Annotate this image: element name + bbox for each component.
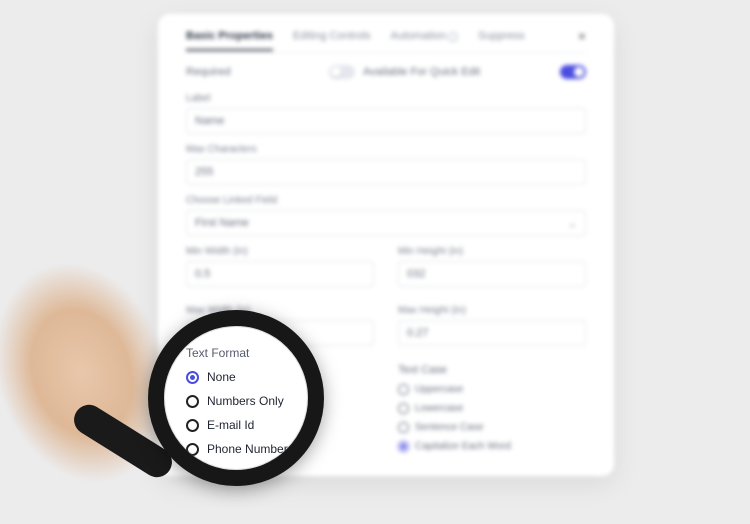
radio-uppercase[interactable]: Uppercase — [398, 384, 586, 395]
tab-basic-properties[interactable]: Basic Properties — [186, 30, 273, 51]
min-height-input[interactable]: 032 — [398, 261, 586, 287]
max-height-label: Max Height (in) — [398, 305, 586, 316]
text-case-title: Text Case — [398, 364, 586, 376]
tab-bar: Basic Properties Editing Controls Automa… — [186, 28, 586, 53]
radio-email-id[interactable]: E-mail Id — [186, 418, 300, 432]
quick-edit-label: Available For Quick Edit — [363, 66, 552, 78]
radio-icon — [186, 395, 199, 408]
linked-field-label: Choose Linked Field — [186, 195, 586, 206]
radio-icon — [186, 443, 199, 456]
tab-automation-label: Automation — [390, 30, 446, 42]
radio-none[interactable]: None — [186, 370, 300, 384]
quick-edit-toggle[interactable] — [560, 65, 586, 79]
max-height-input[interactable]: 0.27 — [398, 320, 586, 346]
radio-phone-label: Phone Number — [207, 442, 288, 456]
text-format-title: Text Format — [186, 346, 300, 360]
radio-icon — [186, 371, 199, 384]
radio-sentence-case[interactable]: Sentence Case — [398, 422, 586, 433]
tab-automation[interactable]: Automationi — [390, 30, 458, 42]
min-width-input[interactable]: 0.5 — [186, 261, 374, 287]
radio-icon — [186, 419, 199, 432]
radio-capitalize-each[interactable]: Capitalize Each Word — [398, 441, 586, 452]
min-height-label: Min Height (in) — [398, 246, 586, 257]
radio-phone-number[interactable]: Phone Number — [186, 442, 300, 456]
radio-lowercase[interactable]: Lowercase — [398, 403, 586, 414]
radio-numbers-only[interactable]: Numbers Only — [186, 394, 300, 408]
linked-field-select[interactable]: First Name — [186, 210, 586, 236]
min-width-label: Min Width (in) — [186, 246, 374, 257]
required-toggle[interactable] — [329, 65, 355, 79]
required-label: Required — [186, 66, 321, 78]
radio-email-label: E-mail Id — [207, 418, 254, 432]
maxchar-label: Max Characters — [186, 144, 586, 155]
info-icon: i — [448, 32, 458, 42]
tab-editing-controls[interactable]: Editing Controls — [293, 30, 371, 42]
radio-numbers-label: Numbers Only — [207, 394, 284, 408]
tab-suppress[interactable]: Suppress — [478, 30, 524, 42]
label-field-label: Label — [186, 93, 586, 104]
linked-field-value: First Name — [195, 217, 249, 229]
magnifier-lens: Text Format None Numbers Only E-mail Id … — [148, 310, 324, 486]
radio-none-label: None — [207, 370, 236, 384]
maxchar-input[interactable]: 255 — [186, 159, 586, 185]
label-input[interactable]: Name — [186, 108, 586, 134]
close-icon[interactable]: × — [578, 28, 586, 44]
magnifier: Text Format None Numbers Only E-mail Id … — [78, 300, 298, 496]
